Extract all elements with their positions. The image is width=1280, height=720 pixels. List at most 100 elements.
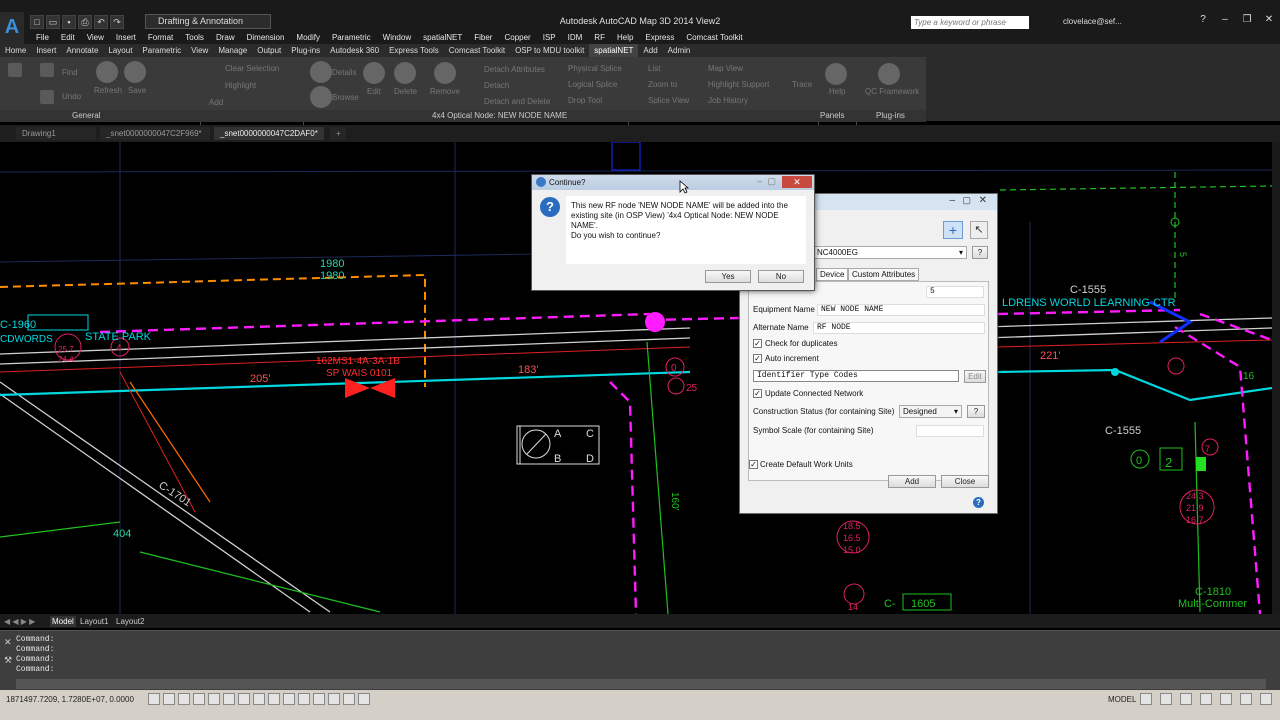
tab-output[interactable]: Output	[252, 44, 286, 57]
tab-nav-icons[interactable]: ◀ ◀ ▶ ▶	[4, 616, 35, 627]
alternate-name-field[interactable]: RF NODE	[813, 322, 985, 334]
select-icon[interactable]	[8, 63, 22, 77]
edit-icon[interactable]	[363, 62, 385, 84]
wrench-icon[interactable]: ⚒	[4, 655, 12, 666]
tab-parametric[interactable]: Parametric	[137, 44, 186, 57]
tab-device[interactable]: Device	[816, 268, 849, 281]
menu-edit[interactable]: Edit	[55, 32, 81, 44]
physical-splice-button[interactable]: Physical Splice	[568, 64, 622, 73]
clean-screen-icon[interactable]	[1260, 693, 1272, 705]
map-view-button[interactable]: Map View	[708, 64, 743, 73]
annotation-icon[interactable]	[358, 693, 370, 705]
tab-manage[interactable]: Manage	[213, 44, 252, 57]
menu-express[interactable]: Express	[639, 32, 680, 44]
edit-button[interactable]: Edit	[367, 87, 381, 96]
tab-comcast-toolkit[interactable]: Comcast Toolkit	[444, 44, 510, 57]
search-input[interactable]: Type a keyword or phrase	[911, 16, 1029, 29]
ortho-icon[interactable]	[178, 693, 190, 705]
update-network-checkbox[interactable]: ✓	[753, 389, 762, 398]
highlight-button[interactable]: Highlight	[225, 81, 256, 90]
tab-autodesk-360[interactable]: Autodesk 360	[325, 44, 384, 57]
tpy-icon[interactable]	[283, 693, 295, 705]
menu-view[interactable]: View	[81, 32, 110, 44]
osnap-icon[interactable]	[208, 693, 220, 705]
grid-icon[interactable]	[163, 693, 175, 705]
polar-icon[interactable]	[193, 693, 205, 705]
selection-icon[interactable]	[343, 693, 355, 705]
tab-annotate[interactable]: Annotate	[61, 44, 103, 57]
details-button[interactable]: Details	[332, 68, 356, 77]
tab-view[interactable]: View	[186, 44, 213, 57]
tab-insert[interactable]: Insert	[31, 44, 61, 57]
close-icon[interactable]: ✕	[1262, 14, 1276, 26]
drop-tool-button[interactable]: Drop Tool	[568, 96, 602, 105]
tab-model[interactable]: Model	[50, 616, 76, 627]
help-icon[interactable]: ?	[1196, 14, 1210, 26]
vertical-scrollbar[interactable]	[1272, 142, 1280, 614]
menu-window[interactable]: Window	[377, 32, 417, 44]
save-button[interactable]: Save	[128, 86, 146, 95]
tab-osp-to-mdu-toolkit[interactable]: OSP to MDU toolkit	[510, 44, 589, 57]
close-icon[interactable]: ✕	[782, 176, 812, 188]
browse-icon[interactable]	[310, 86, 332, 108]
lock-icon[interactable]	[1220, 693, 1232, 705]
save-icon[interactable]	[124, 61, 146, 83]
minimize-icon[interactable]: –	[1218, 14, 1232, 26]
menu-parametric[interactable]: Parametric	[326, 32, 377, 44]
symbol-scale-field[interactable]	[916, 425, 984, 437]
tab-spatialnet[interactable]: spatialNET	[589, 44, 639, 57]
menu-comcast-toolkit[interactable]: Comcast Toolkit	[680, 32, 748, 44]
workspace-icon[interactable]	[1200, 693, 1212, 705]
viewport-icon[interactable]	[1160, 693, 1172, 705]
command-input[interactable]	[16, 679, 1266, 689]
doc-tab-drawing1[interactable]: Drawing1	[16, 127, 96, 140]
qc-framework-button[interactable]: QC Framework	[865, 87, 919, 96]
snap-icon[interactable]	[148, 693, 160, 705]
add-button[interactable]: Add	[888, 475, 936, 488]
construction-status-select[interactable]: Designed ▾	[899, 405, 962, 418]
device-type-select[interactable]: NC4000EG ▾	[813, 246, 967, 259]
device-help-button[interactable]: ?	[972, 246, 988, 259]
close-icon[interactable]: ✕	[979, 195, 987, 206]
node-number-field[interactable]: 5	[926, 286, 984, 298]
menu-copper[interactable]: Copper	[498, 32, 536, 44]
am-icon[interactable]	[328, 693, 340, 705]
logical-splice-button[interactable]: Logical Splice	[568, 80, 617, 89]
clear-selection-button[interactable]: Clear Selection	[225, 64, 279, 73]
remove-icon[interactable]	[434, 62, 456, 84]
zoom-to-button[interactable]: Zoom to	[648, 80, 677, 89]
help-icon[interactable]	[825, 63, 847, 85]
tab-admin[interactable]: Admin	[663, 44, 696, 57]
menu-isp[interactable]: ISP	[537, 32, 562, 44]
auto-increment-checkbox[interactable]: ✓	[753, 354, 762, 363]
check-duplicates-checkbox[interactable]: ✓	[753, 339, 762, 348]
qp-icon[interactable]	[298, 693, 310, 705]
new-tab-icon[interactable]: +	[330, 127, 346, 140]
job-history-button[interactable]: Job History	[708, 96, 748, 105]
help-button[interactable]: Help	[829, 87, 845, 96]
equipment-name-field[interactable]: NEW NODE NAME	[817, 304, 985, 316]
close-button[interactable]: Close	[941, 475, 989, 488]
add-button[interactable]: Add	[209, 98, 223, 107]
menu-fiber[interactable]: Fiber	[468, 32, 498, 44]
trace-button[interactable]: Trace	[792, 80, 812, 89]
no-button[interactable]: No	[758, 270, 804, 283]
tab-home[interactable]: Home	[0, 44, 31, 57]
menu-modify[interactable]: Modify	[290, 32, 326, 44]
splice-view-button[interactable]: Splice View	[648, 96, 689, 105]
menu-file[interactable]: File	[30, 32, 55, 44]
menu-spatialnet[interactable]: spatialNET	[417, 32, 468, 44]
details-icon[interactable]	[310, 61, 332, 83]
find-icon[interactable]	[40, 63, 54, 77]
list-button[interactable]: List	[648, 64, 660, 73]
doc-tab-snet-2[interactable]: _snet0000000047C2DAF0*	[214, 127, 324, 140]
browse-button[interactable]: Browse	[332, 93, 359, 102]
menu-draw[interactable]: Draw	[210, 32, 241, 44]
pick-icon[interactable]: ↖	[970, 221, 988, 239]
delete-icon[interactable]	[394, 62, 416, 84]
highlight-support-button[interactable]: Highlight Support	[708, 80, 769, 89]
lweight-icon[interactable]	[268, 693, 280, 705]
sc-icon[interactable]	[313, 693, 325, 705]
isolate-icon[interactable]	[1240, 693, 1252, 705]
help-icon[interactable]: ?	[973, 497, 984, 508]
